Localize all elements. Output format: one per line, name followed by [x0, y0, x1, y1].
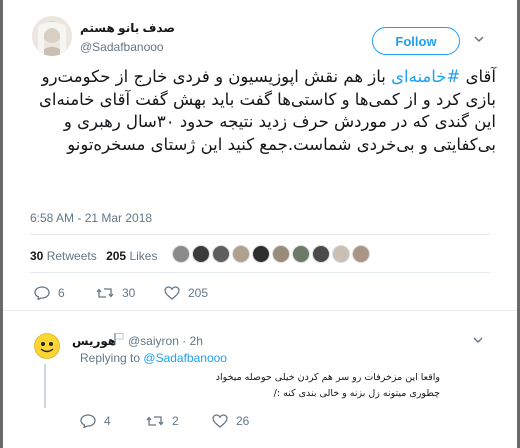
like-count: 205: [188, 286, 209, 300]
divider: [30, 234, 490, 235]
divider: [3, 310, 517, 311]
reply-text-line: واقعا این مزخرفات رو سر هم کردن خیلی حوص…: [215, 372, 440, 383]
tweet-timestamp[interactable]: 6:58 AM - 21 Mar 2018: [30, 211, 152, 225]
reply-icon: [34, 286, 50, 300]
reply-author-name[interactable]: هوریس: [72, 334, 116, 348]
follow-button-label: Follow: [395, 33, 437, 49]
retweet-icon: [96, 288, 114, 298]
like-action[interactable]: 26: [212, 414, 249, 428]
retweet-action[interactable]: 30: [96, 286, 135, 300]
author-name[interactable]: صدف بانو هستم: [80, 21, 175, 35]
likes-count[interactable]: 205: [106, 249, 126, 263]
reply-author-avatar[interactable]: [34, 333, 60, 359]
reply-handle-text[interactable]: @saiyron: [128, 334, 179, 348]
flag-icon: [114, 333, 124, 345]
tweet-stats: 30 Retweets 205 Likes: [30, 249, 157, 263]
reply-count: 6: [58, 286, 65, 300]
liker-avatar[interactable]: [232, 245, 250, 263]
reply-text-line: چطوری میتونه زل بزنه و خالی بندی کنه :/: [273, 388, 440, 399]
reply-action[interactable]: 6: [34, 286, 65, 300]
replying-prefix: Replying to: [80, 351, 141, 365]
tweet-text: آقای #خامنه‌ای باز هم نقش اپوزیسیون و فر…: [28, 66, 496, 156]
reply-icon: [80, 414, 96, 428]
retweet-icon: [146, 416, 164, 426]
chevron-down-icon[interactable]: [472, 32, 486, 46]
liker-avatar[interactable]: [352, 245, 370, 263]
likers-avatars: [172, 245, 372, 263]
hashtag-link[interactable]: #خامنه‌ای: [391, 67, 460, 86]
likes-label[interactable]: Likes: [129, 249, 157, 263]
divider: [30, 272, 490, 273]
liker-avatar[interactable]: [272, 245, 290, 263]
like-action[interactable]: 205: [164, 286, 208, 300]
retweets-label[interactable]: Retweets: [47, 249, 97, 263]
liker-avatar[interactable]: [312, 245, 330, 263]
reply-time[interactable]: · 2h: [182, 334, 203, 348]
avatar-photo-icon: [32, 16, 72, 56]
liker-avatar[interactable]: [292, 245, 310, 263]
liker-avatar[interactable]: [172, 245, 190, 263]
heart-icon: [212, 414, 228, 428]
liker-avatar[interactable]: [192, 245, 210, 263]
retweet-count: 30: [122, 286, 136, 300]
retweet-count: 2: [172, 414, 179, 428]
replying-to-handle[interactable]: @Sadafbanooo: [143, 351, 227, 365]
liker-avatar[interactable]: [332, 245, 350, 263]
author-handle[interactable]: @Sadafbanooo: [80, 40, 164, 54]
replying-to: Replying to @Sadafbanooo: [80, 351, 227, 365]
tweet-text-pre: آقای: [460, 67, 496, 86]
like-count: 26: [236, 414, 250, 428]
author-avatar[interactable]: [32, 16, 72, 56]
liker-avatar[interactable]: [212, 245, 230, 263]
reply-author-handle: @saiyron · 2h: [128, 334, 203, 348]
retweets-count[interactable]: 30: [30, 249, 43, 263]
chevron-down-icon[interactable]: [472, 334, 484, 346]
thread-line: [44, 364, 46, 408]
reply-count: 4: [104, 414, 111, 428]
liker-avatar[interactable]: [252, 245, 270, 263]
heart-icon: [164, 286, 180, 300]
retweet-action[interactable]: 2: [146, 414, 179, 428]
reply-action[interactable]: 4: [80, 414, 111, 428]
follow-button[interactable]: Follow: [372, 27, 460, 55]
reply-text: واقعا این مزخرفات رو سر هم کردن خیلی حوص…: [80, 370, 440, 402]
